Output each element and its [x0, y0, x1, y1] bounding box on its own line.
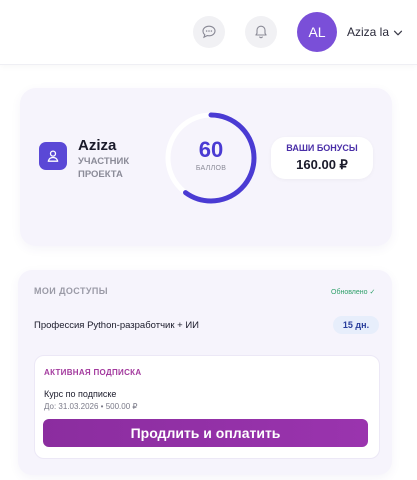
updated-status: Обновлено ✓	[331, 289, 376, 296]
access-title: Мои доступы	[34, 286, 108, 296]
bonus-value: 160.00 ₽	[296, 157, 348, 172]
chevron-down-icon[interactable]	[393, 28, 403, 38]
user-badge	[39, 142, 67, 170]
avatar[interactable]: AL	[297, 12, 337, 52]
user-icon	[47, 150, 59, 162]
bell-icon	[255, 25, 267, 39]
user-menu-name[interactable]: Aziza la	[347, 25, 389, 39]
chat-button[interactable]	[193, 16, 225, 48]
profile-role: Участник проекта	[78, 156, 130, 180]
chat-icon	[202, 25, 216, 39]
days-left-badge: 15 дн.	[333, 316, 379, 334]
subscription-title: Активная подписка	[44, 368, 142, 377]
notifications-button[interactable]	[245, 16, 277, 48]
bonus-card: Ваши бонусы 160.00 ₽	[271, 137, 373, 179]
profile-name: Aziza	[78, 137, 117, 154]
score-value: 60	[198, 137, 224, 162]
score-label: баллов	[195, 165, 227, 172]
subscription-course: Курс по подписке	[44, 389, 117, 399]
subscription-until: До: 31.03.2026 • 500.00 ₽	[44, 402, 138, 411]
course-name[interactable]: Профессия Python-разработчик + ИИ	[34, 320, 199, 331]
renew-pay-button[interactable]: Продлить и оплатить	[43, 419, 368, 447]
bonus-label: Ваши бонусы	[286, 143, 358, 153]
